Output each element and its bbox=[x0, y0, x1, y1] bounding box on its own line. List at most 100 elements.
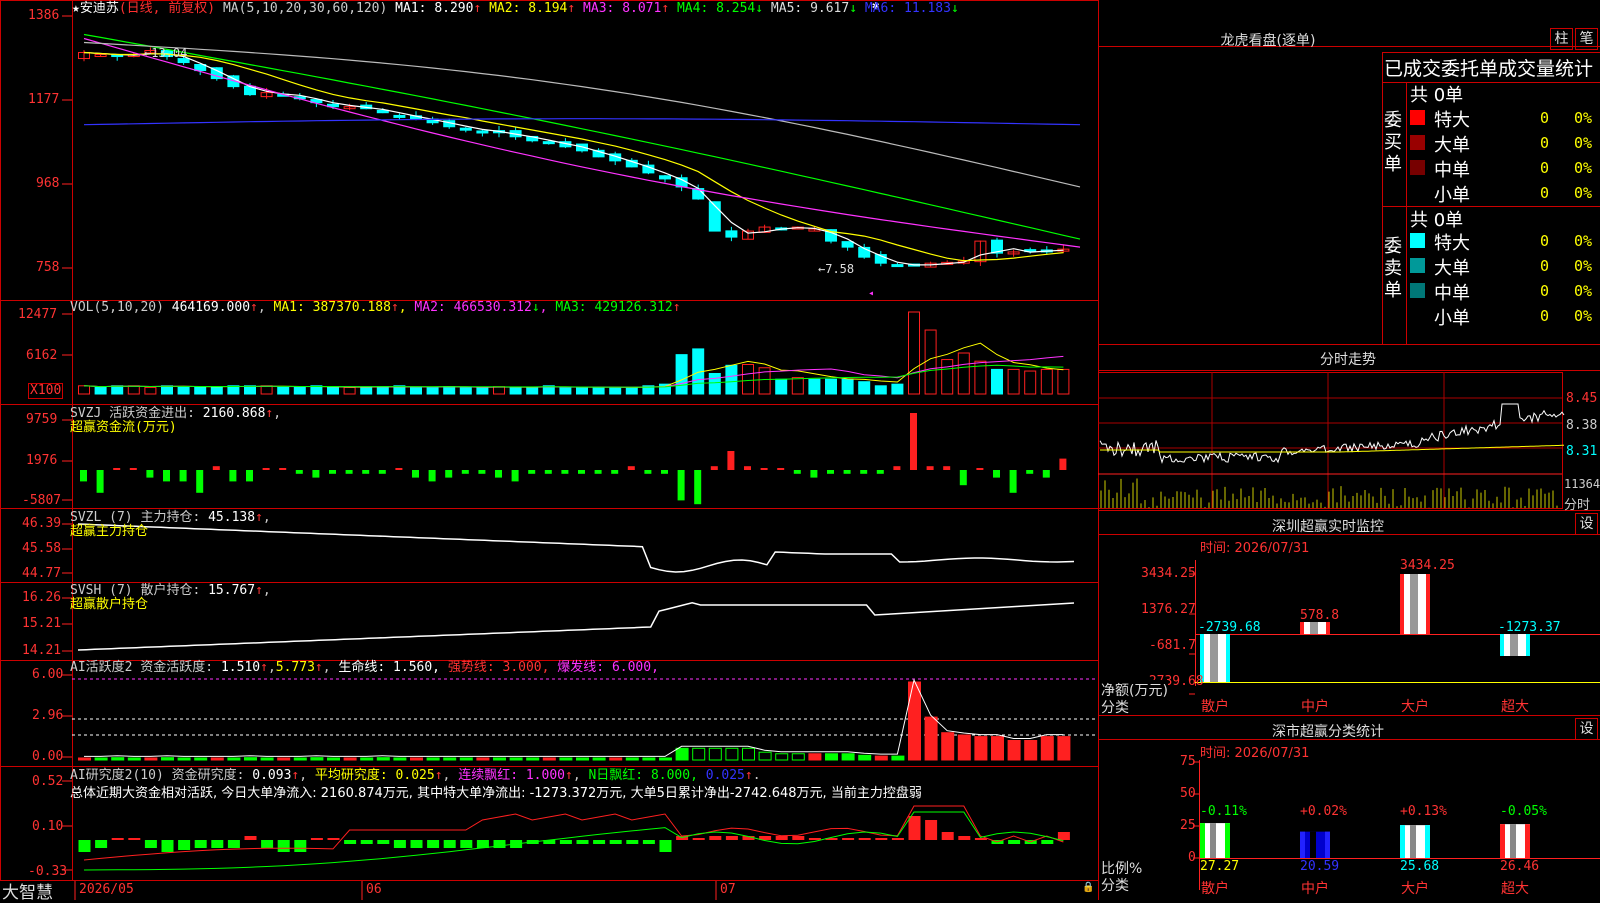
period-label[interactable]: (日线, 前复权) bbox=[119, 1, 215, 16]
ai-activity-bar bbox=[510, 758, 522, 760]
monitor-settings-button[interactable]: 设 bbox=[1575, 513, 1598, 535]
volume-bar bbox=[925, 330, 936, 394]
volume-bar bbox=[577, 387, 588, 394]
ai-activity-bar bbox=[543, 758, 555, 760]
order-count: 0 bbox=[1540, 232, 1549, 250]
color-swatch bbox=[1410, 283, 1425, 298]
svzj-bar bbox=[362, 470, 369, 474]
order-type-label: 大单 bbox=[1434, 131, 1470, 157]
volume-bar bbox=[958, 353, 969, 394]
svzj-bar bbox=[678, 470, 685, 500]
volume-bar bbox=[743, 364, 754, 394]
classify-bar bbox=[1400, 825, 1430, 858]
volume-bar bbox=[1041, 369, 1052, 394]
ma1-arrow: ↑ bbox=[473, 1, 481, 16]
svzj-bar bbox=[1043, 470, 1050, 478]
svzj-bar bbox=[528, 470, 535, 474]
buy-count: 共 0单 bbox=[1410, 81, 1463, 107]
ai-research-bar bbox=[975, 838, 987, 840]
ma6-value: 11.183 bbox=[904, 1, 951, 16]
classify-bar-pct: -0.11% bbox=[1200, 804, 1247, 819]
order-count: 0 bbox=[1540, 159, 1549, 177]
ai-activity-bar bbox=[477, 758, 489, 760]
svzj-axis-label: 1976 bbox=[26, 453, 57, 468]
ai-research-bar bbox=[875, 838, 887, 840]
svzj-bar bbox=[213, 466, 220, 470]
stock-name[interactable]: ★安迪苏 bbox=[72, 1, 119, 16]
ma2-arrow: ↑ bbox=[567, 1, 575, 16]
ma5-label: MA5: 9.617↓ bbox=[771, 1, 857, 16]
panel-frames bbox=[0, 0, 1099, 900]
ai-activity-bar bbox=[261, 758, 273, 760]
volume-bar bbox=[145, 387, 156, 394]
ai-activity-axis-label: 2.96 bbox=[32, 708, 63, 723]
ai-research-bar bbox=[427, 840, 439, 848]
volume-bar bbox=[527, 387, 538, 394]
ai-activity-bar bbox=[178, 758, 190, 760]
lock-icon[interactable]: 🔒 bbox=[1082, 882, 1094, 893]
volume-stats-header: 已成交委托单成交量统计 bbox=[1384, 54, 1593, 81]
order-count: 0 bbox=[1540, 307, 1549, 325]
strong-line-label: 强势线: 3.000, bbox=[448, 660, 550, 675]
ai-activity-bar bbox=[776, 754, 788, 760]
sell-orders-label: 委卖单 bbox=[1384, 236, 1404, 302]
avg-research-arrow: ↑ bbox=[435, 768, 443, 783]
classify-bar-pct: -0.05% bbox=[1500, 804, 1547, 819]
svzj-bar bbox=[395, 468, 402, 470]
svzj-bar bbox=[761, 468, 768, 470]
svzj-bar bbox=[113, 468, 120, 470]
ai-activity-bar bbox=[676, 748, 688, 760]
ai-activity-value: 1.510 bbox=[221, 660, 260, 675]
volume-bar bbox=[245, 386, 256, 394]
monitor-category: 中户 bbox=[1301, 696, 1329, 716]
ai-activity-bar bbox=[278, 758, 290, 760]
chart-canvas: ✱◂ bbox=[0, 0, 1600, 900]
order-count: 0 bbox=[1540, 184, 1549, 202]
intraday-price-label: 8.45 bbox=[1566, 391, 1597, 406]
svzj-bar bbox=[379, 470, 386, 474]
volume-bar bbox=[709, 374, 720, 395]
low-triangle: ◂ bbox=[868, 288, 874, 299]
volume-bar bbox=[892, 384, 903, 394]
candle-body bbox=[726, 231, 737, 237]
vol-unit-button[interactable]: X100 bbox=[28, 383, 63, 399]
classify-bar-pct: +0.02% bbox=[1300, 804, 1347, 819]
order-percent: 0% bbox=[1574, 134, 1592, 152]
ai-research-axis-label: 0.52 bbox=[32, 774, 63, 789]
svzj-bar bbox=[163, 470, 170, 481]
svzj-bar bbox=[180, 470, 187, 481]
candle-body bbox=[460, 128, 471, 130]
ai-activity-bar bbox=[958, 735, 970, 760]
ma6-arrow: ↓ bbox=[951, 1, 959, 16]
bar-view-button[interactable]: 柱 bbox=[1550, 28, 1573, 50]
monitor-category: 超大 bbox=[1501, 696, 1529, 716]
ai-activity-bar bbox=[211, 758, 223, 760]
ai-activity-bar bbox=[709, 748, 721, 760]
svzj-bar bbox=[263, 468, 270, 470]
ai-research-bar bbox=[477, 840, 489, 848]
ai-activity-bar bbox=[875, 756, 887, 760]
ai-research-bar bbox=[859, 838, 871, 840]
classify-bar-shade bbox=[1310, 832, 1316, 858]
ai-activity-value2: 5.773 bbox=[276, 660, 315, 675]
classify-settings-button[interactable]: 设 bbox=[1575, 718, 1598, 740]
ma4-label: MA4: 8.254↓ bbox=[677, 1, 763, 16]
life-line-label: 生命线: 1.560, bbox=[338, 660, 440, 675]
high-marker: ←13.04 bbox=[144, 46, 187, 60]
monitor-bar-shade bbox=[1410, 574, 1418, 634]
tick-view-button[interactable]: 笔 bbox=[1575, 28, 1598, 50]
svzj-bar bbox=[727, 451, 734, 470]
vol-ma2-line bbox=[84, 356, 1063, 387]
classify-bar-edge bbox=[1425, 825, 1430, 858]
order-count: 0 bbox=[1540, 257, 1549, 275]
volume-bar bbox=[477, 387, 488, 394]
svzj-bar bbox=[462, 470, 469, 474]
classify-bar-edge bbox=[1200, 823, 1205, 858]
ai-research-bar bbox=[792, 836, 804, 840]
monitor-bar-edge bbox=[1426, 574, 1430, 634]
ai-research-last-arrow: ↑ bbox=[745, 768, 753, 783]
ai-activity-arrow: ↑ bbox=[260, 660, 268, 675]
ai-activity-bar bbox=[79, 758, 91, 760]
monitor-axis-label: 3434.25 bbox=[1141, 566, 1196, 581]
ai-research-bar bbox=[842, 838, 854, 840]
